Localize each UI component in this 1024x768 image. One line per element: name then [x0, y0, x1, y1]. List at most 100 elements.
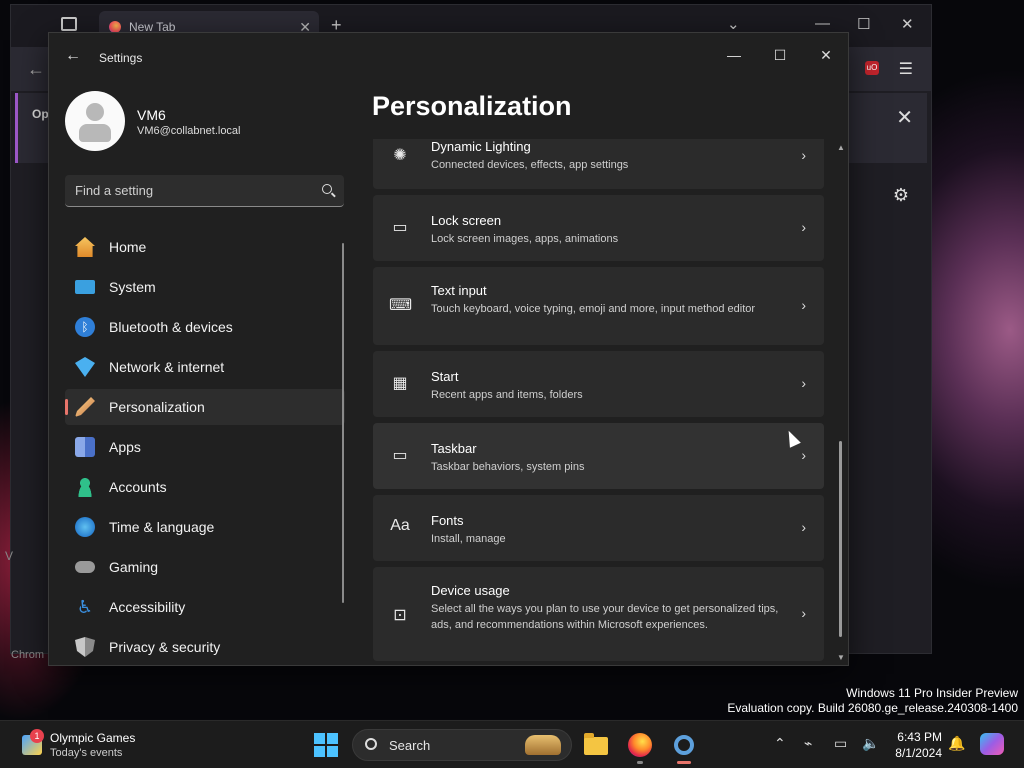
card-subtitle: Install, manage [431, 533, 506, 545]
firefox-button[interactable] [624, 729, 656, 764]
find-setting-search[interactable] [65, 175, 344, 207]
start-button[interactable] [314, 733, 338, 757]
keyboard-icon: ⌨ [389, 297, 413, 314]
card-title: Taskbar [431, 441, 477, 456]
back-arrow-icon[interactable]: ← [27, 59, 45, 80]
setting-card-text-input[interactable]: ⌨ Text input Touch keyboard, voice typin… [373, 267, 824, 345]
card-subtitle: Connected devices, effects, app settings [431, 159, 629, 171]
back-arrow-icon[interactable]: ← [65, 47, 81, 65]
search-input[interactable] [65, 175, 305, 205]
widget-subtitle: Today's events [50, 747, 123, 759]
chevron-right-icon: › [801, 375, 806, 391]
sidebar-item-label: System [109, 279, 156, 295]
start-logo-tile [314, 746, 325, 757]
setting-card-lock-screen[interactable]: ▭ Lock screen Lock screen images, apps, … [373, 195, 824, 261]
close-icon[interactable]: ✕ [896, 105, 913, 130]
taskbar: 1 Olympic Games Today's events Search ⌃ … [0, 720, 1024, 768]
network-off-icon[interactable]: ⌁ [804, 735, 812, 752]
accessibility-icon: ♿ [76, 597, 94, 617]
clock-date: 8/1/2024 [895, 746, 942, 760]
start-logo-tile [327, 746, 338, 757]
start-menu-icon: ▦ [392, 375, 408, 392]
search-icon[interactable] [322, 184, 332, 194]
search-icon [365, 738, 377, 750]
display-icon[interactable]: ▭ [834, 735, 847, 752]
system-clock[interactable]: 6:43 PM 8/1/2024 [892, 729, 942, 761]
ublock-icon[interactable]: uO [865, 61, 879, 75]
chevron-down-icon[interactable]: ⌄ [727, 15, 740, 33]
watermark-line1: Windows 11 Pro Insider Preview [846, 686, 1018, 700]
chevron-right-icon: › [801, 297, 806, 313]
sidebar-item-label: Apps [109, 439, 141, 455]
sidebar-item-time-language[interactable]: Time & language [65, 509, 345, 545]
tab-list-icon[interactable] [61, 17, 77, 31]
chevron-right-icon: › [801, 447, 806, 463]
sidebar-item-accessibility[interactable]: ♿ Accessibility [65, 589, 345, 625]
shield-icon [75, 637, 95, 657]
close-icon[interactable]: ✕ [901, 15, 914, 33]
copilot-icon[interactable] [980, 733, 1004, 755]
sidebar-item-apps[interactable]: Apps [65, 429, 345, 465]
maximize-icon[interactable]: ☐ [857, 15, 870, 33]
setting-card-dynamic-lighting[interactable]: ✺ Dynamic Lighting Connected devices, ef… [373, 139, 824, 189]
setting-card-fonts[interactable]: Aa Fonts Install, manage › [373, 495, 824, 561]
widgets-button[interactable]: 1 Olympic Games Today's events [20, 729, 160, 763]
sidebar-item-accounts[interactable]: Accounts [65, 469, 345, 505]
side-letter: V [5, 549, 14, 563]
sidebar-item-label: Gaming [109, 559, 159, 575]
card-subtitle: Recent apps and items, folders [431, 389, 583, 401]
card-title: Dynamic Lighting [431, 139, 531, 154]
avatar[interactable] [65, 91, 125, 151]
system-icon [75, 280, 95, 294]
folder-icon [584, 733, 608, 755]
bell-icon[interactable]: 🔔 [948, 735, 965, 752]
chevron-right-icon: › [801, 219, 806, 235]
file-explorer-button[interactable] [580, 729, 612, 761]
gear-icon[interactable]: ⚙ [893, 185, 909, 206]
card-title: Start [431, 369, 459, 384]
notification-badge: 1 [30, 729, 44, 743]
gamepad-icon [75, 561, 95, 573]
content-scrollbar-thumb[interactable] [839, 441, 842, 637]
sidebar-item-label: Time & language [109, 519, 215, 535]
settings-gear-icon [674, 735, 694, 755]
sidebar-item-privacy[interactable]: Privacy & security [65, 629, 345, 665]
window-title: Settings [99, 51, 143, 65]
close-button[interactable]: ✕ [803, 39, 848, 71]
taskbar-search[interactable]: Search [352, 729, 572, 761]
chevron-right-icon: › [801, 147, 806, 163]
sidebar-item-bluetooth[interactable]: ᛒ Bluetooth & devices [65, 309, 345, 345]
minimize-icon[interactable]: — [815, 15, 830, 32]
bluetooth-icon: ᛒ [75, 317, 95, 337]
sidebar-item-system[interactable]: System [65, 269, 345, 305]
windows-watermark: Windows 11 Pro Insider Preview Evaluatio… [727, 686, 1018, 716]
search-label: Search [389, 738, 431, 753]
card-subtitle: Select all the ways you plan to use your… [431, 603, 779, 631]
card-subtitle: Lock screen images, apps, animations [431, 233, 619, 245]
chevron-up-icon[interactable]: ⌃ [774, 735, 786, 752]
sidebar-item-home[interactable]: Home [65, 229, 345, 265]
setting-card-taskbar[interactable]: ▭ Taskbar Taskbar behaviors, system pins… [373, 423, 824, 489]
scroll-up-arrow-icon[interactable]: ▲ [837, 143, 845, 152]
setting-card-start[interactable]: ▦ Start Recent apps and items, folders › [373, 351, 824, 417]
chevron-right-icon: › [801, 605, 806, 621]
start-logo-tile [314, 733, 325, 744]
sidebar-item-gaming[interactable]: Gaming [65, 549, 345, 585]
sidebar-item-network[interactable]: Network & internet [65, 349, 345, 385]
sidebar-item-label: Privacy & security [109, 639, 221, 655]
page-title: Personalization [372, 91, 572, 121]
setting-card-device-usage[interactable]: ⊡ Device usage Select all the ways you p… [373, 567, 824, 661]
card-subtitle: Touch keyboard, voice typing, emoji and … [431, 303, 756, 315]
settings-titlebar: ← Settings — ☐ ✕ [49, 33, 848, 81]
hamburger-menu-icon[interactable]: ☰ [899, 59, 913, 79]
maximize-button[interactable]: ☐ [757, 39, 803, 71]
scroll-down-arrow-icon[interactable]: ▼ [837, 653, 845, 662]
user-name: VM6 [137, 107, 166, 123]
settings-content: ✺ Dynamic Lighting Connected devices, ef… [373, 139, 825, 661]
sidebar-scrollbar[interactable] [342, 243, 344, 603]
sidebar-item-personalization[interactable]: Personalization [65, 389, 345, 425]
volume-icon[interactable]: 🔈 [862, 735, 879, 752]
sidebar-item-label: Network & internet [109, 359, 225, 375]
settings-app-button[interactable] [668, 729, 700, 764]
minimize-button[interactable]: — [711, 39, 757, 71]
